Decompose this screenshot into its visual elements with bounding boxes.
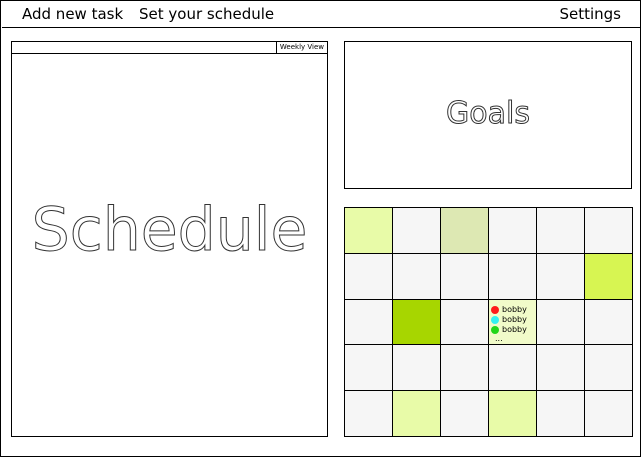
goals-title: Goals xyxy=(446,96,531,132)
calendar-event[interactable]: bobby xyxy=(491,315,527,325)
calendar-day-cell[interactable] xyxy=(585,391,632,436)
calendar-day-cell[interactable] xyxy=(537,345,584,391)
schedule-header-bar: Weekly View xyxy=(12,42,327,54)
calendar-day-cell[interactable] xyxy=(585,253,632,299)
calendar-day-cell[interactable] xyxy=(345,253,392,299)
calendar-day-cell[interactable] xyxy=(537,208,584,253)
more-events-indicator[interactable]: ... xyxy=(491,334,527,343)
calendar-day-cell[interactable] xyxy=(585,299,632,345)
calendar-day-cell[interactable] xyxy=(585,208,632,253)
add-new-task-link[interactable]: Add new task xyxy=(22,5,123,23)
calendar-day-cell[interactable] xyxy=(393,345,440,391)
settings-link[interactable]: Settings xyxy=(559,5,621,23)
calendar-day-cell[interactable] xyxy=(393,253,440,299)
calendar-day-cell[interactable] xyxy=(345,208,392,253)
app-window: Add new task Set your schedule Settings … xyxy=(0,0,641,457)
calendar-event[interactable]: bobby xyxy=(491,305,527,315)
calendar-day-cell[interactable] xyxy=(537,253,584,299)
calendar-day-cell[interactable] xyxy=(345,299,392,345)
calendar-day-cell[interactable] xyxy=(441,345,488,391)
event-list: bobby bobby bobby... xyxy=(491,305,527,343)
set-schedule-link[interactable]: Set your schedule xyxy=(139,5,274,23)
calendar-day-cell[interactable] xyxy=(441,391,488,436)
event-label: bobby xyxy=(502,304,527,314)
calendar-day-cell[interactable] xyxy=(393,391,440,436)
calendar-day-cell[interactable] xyxy=(441,208,488,253)
event-color-dot-icon xyxy=(491,325,499,334)
top-nav-bar: Add new task Set your schedule Settings xyxy=(2,2,641,28)
calendar-day-cell[interactable] xyxy=(393,299,440,345)
goals-panel: Goals xyxy=(344,41,632,189)
schedule-title: Schedule xyxy=(31,195,308,266)
calendar-day-cell[interactable] xyxy=(537,299,584,345)
event-color-dot-icon xyxy=(491,305,499,314)
calendar-day-cell[interactable] xyxy=(345,345,392,391)
calendar-day-cell[interactable] xyxy=(489,208,536,253)
calendar-grid: bobby bobby bobby... xyxy=(344,207,633,437)
calendar-day-cell[interactable] xyxy=(489,391,536,436)
calendar-day-cell[interactable] xyxy=(537,391,584,436)
calendar-day-cell[interactable] xyxy=(345,391,392,436)
calendar-day-cell[interactable] xyxy=(585,345,632,391)
calendar-day-cell[interactable] xyxy=(489,253,536,299)
weekly-view-button[interactable]: Weekly View xyxy=(275,42,327,53)
calendar-day-cell[interactable] xyxy=(489,345,536,391)
calendar-day-cell[interactable] xyxy=(441,253,488,299)
event-label: bobby xyxy=(502,324,527,334)
calendar-day-cell[interactable]: bobby bobby bobby... xyxy=(489,299,536,345)
event-label: bobby xyxy=(502,314,527,324)
calendar-day-cell[interactable] xyxy=(393,208,440,253)
calendar-day-cell[interactable] xyxy=(441,299,488,345)
event-color-dot-icon xyxy=(491,315,499,324)
schedule-panel: Weekly View Schedule xyxy=(11,41,328,437)
